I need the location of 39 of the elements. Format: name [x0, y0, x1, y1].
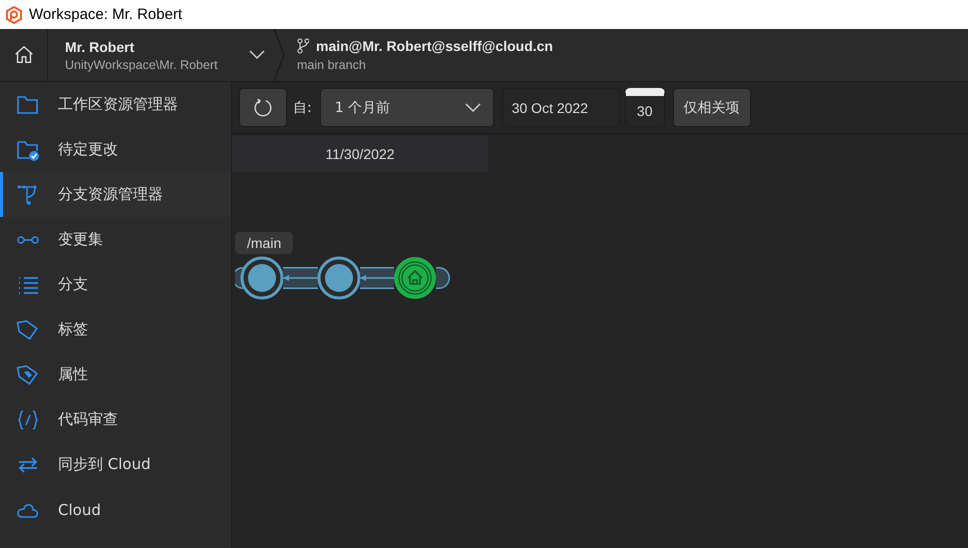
chevron-down-icon[interactable] [249, 50, 265, 60]
calendar-button[interactable]: 30 [624, 88, 665, 127]
sidebar-item[interactable]: 同步到 Cloud [0, 442, 231, 487]
window-title: Workspace: Mr. Robert [29, 6, 182, 23]
workspace-name: Mr. Robert [65, 38, 136, 54]
sidebar-item[interactable]: 属性 [0, 352, 231, 397]
tag-icon [16, 318, 40, 342]
date-header: 11/30/2022 [232, 136, 488, 172]
code-braces-icon [16, 408, 40, 432]
branch-label: /main [235, 232, 294, 254]
branch-title: main@Mr. Robert@sselff@cloud.cn [316, 38, 553, 54]
range-dropdown[interactable]: 1 个月前 [320, 88, 494, 127]
sidebar-item[interactable]: 标签 [0, 307, 231, 352]
branch-connector [282, 267, 319, 289]
from-label: 自: [293, 98, 312, 116]
sidebar-item[interactable]: 分支 [0, 262, 231, 307]
sidebar-item[interactable]: 变更集 [0, 217, 231, 262]
refresh-button[interactable] [239, 88, 287, 127]
sidebar-item[interactable]: Cloud [0, 487, 231, 532]
sidebar-item[interactable]: 待定更改 [0, 127, 231, 172]
home-icon [12, 44, 34, 66]
filled-tag-icon [16, 362, 40, 386]
sidebar-item[interactable]: 分支资源管理器 [0, 172, 231, 217]
sidebar-item[interactable]: 工作区资源管理器 [0, 82, 231, 127]
changeset-node[interactable] [318, 256, 360, 300]
app-logo-icon [5, 6, 23, 24]
sidebar-item[interactable]: 代码审查 [0, 397, 231, 442]
branch-connector [359, 267, 395, 289]
changeset-icon [16, 236, 40, 244]
branch-subtitle: main branch [297, 58, 367, 72]
changeset-node[interactable] [240, 256, 284, 300]
date-field[interactable]: 30 Oct 2022 [502, 88, 620, 127]
related-only-button[interactable]: 仅相关项 [672, 88, 751, 127]
chevron-down-icon [464, 102, 481, 112]
refresh-icon [252, 96, 274, 118]
branch-track-end [435, 267, 450, 289]
home-changeset-node[interactable] [394, 257, 436, 299]
workspace-path: UnityWorkspace\Mr. Robert [65, 58, 219, 72]
branch-icon [297, 38, 309, 54]
